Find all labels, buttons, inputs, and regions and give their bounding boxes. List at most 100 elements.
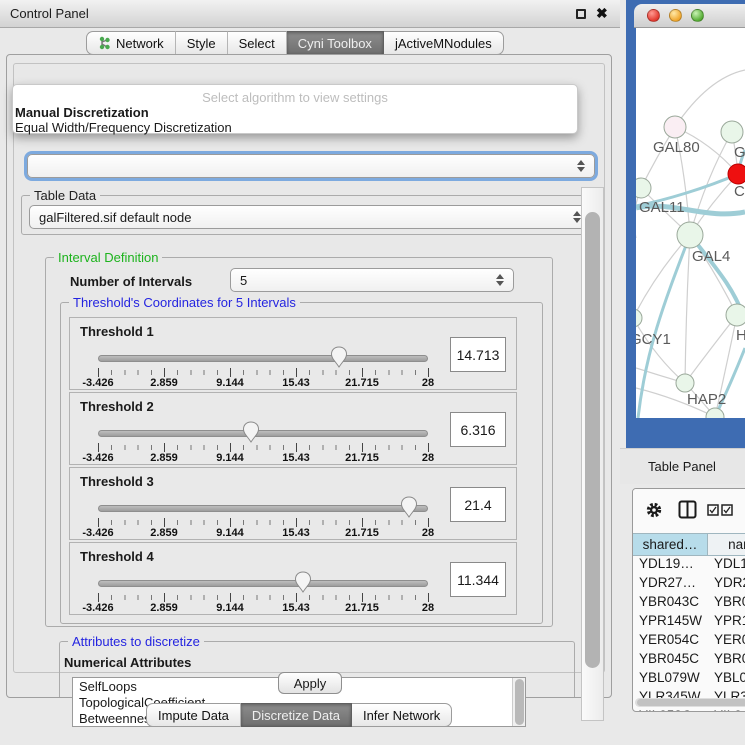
tab-discretize-data[interactable]: Discretize Data: [241, 703, 352, 727]
panel-vertical-scrollbar[interactable]: [581, 187, 604, 721]
node-gal11[interactable]: [636, 178, 651, 198]
tab-impute-data[interactable]: Impute Data: [146, 703, 241, 727]
float-window-icon[interactable]: [576, 9, 586, 19]
threshold-1-slider-thumb[interactable]: [330, 346, 348, 368]
threshold-3-slider-track[interactable]: [98, 505, 428, 512]
table-row[interactable]: YPR145W YPR1: [633, 613, 745, 632]
close-traffic-light-icon[interactable]: [647, 9, 660, 22]
number-of-intervals-label: Number of Intervals: [70, 274, 192, 289]
dropdown-item-equal-width-frequency[interactable]: Equal Width/Frequency Discretization: [15, 120, 232, 135]
tab-select[interactable]: Select: [228, 31, 287, 55]
minimize-traffic-light-icon[interactable]: [669, 9, 682, 22]
table-data-group-label: Table Data: [30, 188, 100, 203]
panel-title: Control Panel: [10, 6, 89, 21]
node-table: shared… name YDL19… YDL1 YDR27… YDR2 YBR…: [633, 533, 745, 712]
control-panel-titlebar: Control Panel ✖: [0, 0, 620, 28]
threshold-1-value-field[interactable]: 14.713: [450, 337, 506, 372]
dropdown-item-manual-discretization[interactable]: Manual Discretization: [15, 105, 149, 120]
table-row[interactable]: YER054C YER0: [633, 632, 745, 651]
tab-infer-network[interactable]: Infer Network: [352, 703, 452, 727]
network-window-titlebar[interactable]: [634, 4, 745, 28]
attributes-list-scrollbar[interactable]: [512, 678, 525, 726]
table-horizontal-scrollbar[interactable]: [635, 698, 745, 707]
table-data-value: galFiltered.sif default node: [39, 210, 191, 225]
slider-ticks: [98, 443, 428, 452]
slider-tick-labels: -3.4262.859 9.14415.43 21.71528: [98, 602, 428, 614]
node-label-gal11: GAL11: [639, 199, 685, 216]
node-label-c: C: [734, 183, 745, 200]
split-panel-icon[interactable]: [678, 500, 697, 519]
threshold-1-slider-track[interactable]: [98, 355, 428, 362]
table-row[interactable]: YIL052C YIL0: [633, 708, 745, 712]
interval-definition-group: Interval Definition Number of Intervals …: [45, 257, 553, 627]
select-columns-icon[interactable]: [707, 504, 733, 516]
apply-button[interactable]: Apply: [278, 672, 342, 694]
node-gcy1[interactable]: [636, 309, 642, 327]
thresholds-group-label: Threshold's Coordinates for 5 Intervals: [69, 295, 300, 310]
table-panel: shared… name YDL19… YDL1 YDR27… YDR2 YBR…: [632, 488, 745, 712]
threshold-3-value-field[interactable]: 21.4: [450, 487, 506, 522]
threshold-2-value-field[interactable]: 6.316: [450, 412, 506, 447]
algorithm-combobox[interactable]: [27, 154, 595, 178]
node-gal4[interactable]: [677, 222, 703, 248]
threshold-4-slider-track[interactable]: [98, 580, 428, 587]
threshold-1-label: Threshold 1: [80, 324, 154, 339]
table-row[interactable]: YDR27… YDR2: [633, 575, 745, 594]
node-label-gal4: GAL4: [692, 248, 730, 265]
tab-cyni-toolbox[interactable]: Cyni Toolbox: [287, 31, 384, 55]
table-row[interactable]: YDL19… YDL1: [633, 556, 745, 575]
zoom-traffic-light-icon[interactable]: [691, 9, 704, 22]
table-row[interactable]: YBR043C YBR0: [633, 594, 745, 613]
table-row[interactable]: YBL079W YBL0: [633, 670, 745, 689]
node-hap2[interactable]: [676, 374, 694, 392]
slider-tick-labels: -3.4262.859 9.14415.43 21.71528: [98, 527, 428, 539]
slider-ticks: [98, 368, 428, 377]
threshold-3-label: Threshold 3: [80, 474, 154, 489]
combo-arrows-icon: [496, 274, 504, 286]
gear-icon[interactable]: [645, 501, 663, 519]
tab-network[interactable]: Network: [86, 31, 176, 55]
bottom-tabbar: Impute Data Discretize Data Infer Networ…: [146, 703, 452, 727]
slider-tick-labels: -3.4262.859 9.14415.43 21.71528: [98, 452, 428, 464]
network-icon: [98, 36, 111, 50]
tab-jactivemnodules[interactable]: jActiveMNodules: [384, 31, 504, 55]
table-row[interactable]: YBR045C YBR0: [633, 651, 745, 670]
threshold-2-slider-thumb[interactable]: [242, 421, 260, 443]
node-label-gcy1: GCY1: [636, 331, 671, 348]
tab-style[interactable]: Style: [176, 31, 228, 55]
number-of-intervals-combobox[interactable]: 5: [230, 268, 514, 292]
table-panel-header: Table Panel: [620, 448, 745, 484]
node-gal80[interactable]: [664, 116, 686, 138]
threshold-4-slider-thumb[interactable]: [294, 571, 312, 593]
interval-definition-group-label: Interval Definition: [54, 250, 162, 265]
column-header-name[interactable]: name: [708, 534, 745, 555]
close-icon[interactable]: ✖: [596, 5, 608, 22]
table-panel-title: Table Panel: [648, 459, 716, 474]
network-window[interactable]: GAL80 GA C GAL11 GAL4 GCY1 H HAP2: [634, 4, 745, 444]
threshold-4-value-field[interactable]: 11.344: [450, 562, 506, 597]
node-label-ga: GA: [734, 144, 745, 161]
network-graph: GAL80 GA C GAL11 GAL4 GCY1 H HAP2: [636, 28, 745, 418]
node-label-h: H: [736, 327, 745, 344]
combo-arrows-icon: [577, 160, 585, 172]
node-label-hap2: HAP2: [687, 391, 726, 408]
node-label-gal80: GAL80: [653, 139, 700, 156]
table-data-combobox[interactable]: galFiltered.sif default node: [29, 205, 591, 229]
thresholds-group: Threshold's Coordinates for 5 Intervals …: [60, 302, 543, 624]
threshold-3-slider-thumb[interactable]: [400, 496, 418, 518]
threshold-4-box: Threshold 4 -3.4262.859 9.14415.43 21.71…: [69, 542, 517, 615]
threshold-2-label: Threshold 2: [80, 399, 154, 414]
node-selected-red[interactable]: [728, 164, 745, 184]
node-ga[interactable]: [721, 121, 743, 143]
threshold-2-slider-track[interactable]: [98, 430, 428, 437]
slider-ticks: [98, 593, 428, 602]
column-header-shared-name[interactable]: shared…: [633, 534, 708, 555]
top-tabbar: Network Style Select Cyni Toolbox jActiv…: [86, 31, 504, 55]
algorithm-dropdown-popup: Select algorithm to view settings Manual…: [12, 84, 578, 134]
threshold-3-box: Threshold 3 -3.4262.859 9.14415.43 21.71…: [69, 467, 517, 540]
node-h[interactable]: [726, 304, 745, 326]
threshold-1-box: Threshold 1 -3.4262.859 9.14415.43 21.71…: [69, 317, 517, 390]
network-canvas[interactable]: GAL80 GA C GAL11 GAL4 GCY1 H HAP2: [636, 28, 745, 418]
numerical-attributes-label: Numerical Attributes: [64, 655, 191, 670]
dropdown-placeholder-item[interactable]: Select algorithm to view settings: [13, 90, 577, 105]
